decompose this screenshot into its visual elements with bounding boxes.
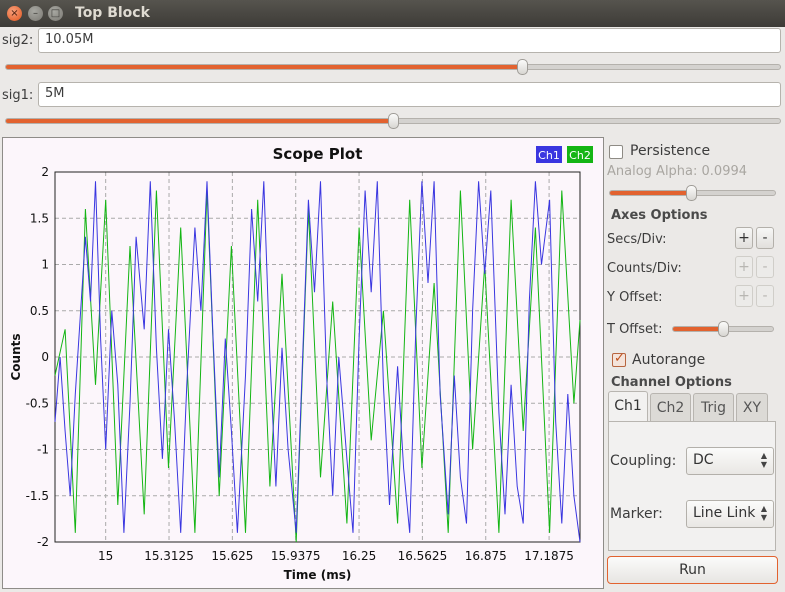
t-offset-slider[interactable]	[672, 321, 774, 337]
tab-ch1[interactable]: Ch1	[608, 391, 648, 421]
x-tick-label: 15	[98, 549, 113, 563]
y-offset-label: Y Offset:	[607, 290, 663, 305]
coupling-value: DC	[693, 452, 714, 468]
scope-plot-svg: 2 1.5 1 0.5 0 -0.5 -1 -1.5 -2 15 15.3125 15.625 15.9…	[9, 145, 593, 582]
maximize-icon[interactable]: □	[48, 6, 63, 21]
legend-label-ch2: Ch2	[569, 149, 591, 162]
y-tick-label: 1.5	[30, 211, 49, 225]
persistence-label: Persistence	[630, 143, 711, 159]
channel-options-title: Channel Options	[611, 375, 732, 390]
x-tick-label: 15.625	[211, 549, 253, 563]
tab-trig[interactable]: Trig	[693, 393, 734, 421]
x-tick-label: 16.25	[342, 549, 376, 563]
marker-value: Line Link	[693, 505, 756, 521]
window-title: Top Block	[75, 5, 150, 21]
coupling-select[interactable]: DC ▲ ▼	[686, 447, 774, 475]
y-tick-label: 2	[41, 165, 49, 179]
t-offset-slider-fill	[673, 327, 723, 331]
sig2-slider-fill	[6, 65, 523, 69]
counts-div-label: Counts/Div:	[607, 261, 682, 276]
sig2-slider-knob[interactable]	[517, 59, 529, 75]
y-offset-plus-button[interactable]: +	[735, 285, 753, 307]
counts-div-minus-button[interactable]: -	[756, 256, 774, 278]
sig2-input[interactable]: 10.05M	[38, 28, 781, 53]
autorange-checkbox[interactable]: ✓	[612, 351, 626, 367]
sig2-label: sig2:	[2, 33, 34, 48]
run-button[interactable]: Run	[607, 556, 778, 584]
secs-div-plus-button[interactable]: +	[735, 227, 753, 249]
updown-icon: ▲ ▼	[760, 451, 767, 469]
sig2-slider[interactable]	[5, 59, 781, 75]
tab-ch2[interactable]: Ch2	[650, 393, 691, 421]
x-axis-label: Time (ms)	[284, 568, 352, 582]
y-tick-label: 0.5	[30, 304, 49, 318]
analog-alpha-slider[interactable]	[609, 185, 776, 201]
t-offset-slider-knob[interactable]	[718, 321, 729, 337]
close-icon[interactable]: ×	[7, 6, 22, 21]
y-tick-label: -1.5	[26, 489, 49, 503]
y-offset-minus-button[interactable]: -	[756, 285, 774, 307]
legend-label-ch1: Ch1	[538, 149, 560, 162]
sig1-input[interactable]: 5M	[38, 82, 781, 107]
analog-alpha-slider-fill	[610, 191, 691, 195]
secs-div-label: Secs/Div:	[607, 232, 667, 247]
y-tick-label: -2	[37, 535, 49, 549]
x-tick-label: 16.875	[465, 549, 507, 563]
persistence-checkbox[interactable]	[609, 145, 623, 159]
scope-plot[interactable]: 2 1.5 1 0.5 0 -0.5 -1 -1.5 -2 15 15.3125 15.625 15.9…	[2, 137, 604, 589]
t-offset-label: T Offset:	[607, 322, 663, 337]
axes-options-title: Axes Options	[611, 208, 708, 223]
x-tick-label: 15.9375	[271, 549, 321, 563]
y-tick-label: -0.5	[26, 396, 49, 410]
y-tick-label: 1	[41, 258, 49, 272]
x-tick-label: 17.1875	[524, 549, 574, 563]
sig1-label: sig1:	[2, 88, 34, 103]
x-tick-label: 16.5625	[398, 549, 448, 563]
sig1-slider-knob[interactable]	[388, 113, 399, 129]
marker-label: Marker:	[610, 506, 663, 522]
checkmark-icon: ✓	[614, 351, 625, 366]
counts-div-plus-button[interactable]: +	[735, 256, 753, 278]
chart-title: Scope Plot	[273, 145, 363, 163]
minimize-icon[interactable]: –	[28, 6, 43, 21]
window-titlebar: × – □ Top Block	[0, 0, 785, 27]
sig1-slider-fill	[6, 119, 393, 123]
secs-div-minus-button[interactable]: -	[756, 227, 774, 249]
coupling-label: Coupling:	[610, 453, 677, 469]
marker-select[interactable]: Line Link ▲ ▼	[686, 500, 774, 528]
analog-alpha-slider-knob[interactable]	[685, 185, 697, 201]
scope-options-panel: Persistence Analog Alpha: 0.0994 Axes Op…	[604, 137, 784, 589]
analog-alpha-label: Analog Alpha: 0.0994	[607, 164, 748, 179]
channel-tab-page	[608, 421, 776, 551]
tab-xy[interactable]: XY	[736, 393, 768, 421]
y-tick-label: -1	[37, 443, 49, 457]
y-tick-label: 0	[41, 350, 49, 364]
sig1-slider[interactable]	[5, 113, 781, 129]
x-tick-label: 15.3125	[144, 549, 194, 563]
updown-icon: ▲ ▼	[760, 504, 767, 522]
y-axis-label: Counts	[9, 333, 23, 380]
autorange-label: Autorange	[632, 352, 706, 368]
